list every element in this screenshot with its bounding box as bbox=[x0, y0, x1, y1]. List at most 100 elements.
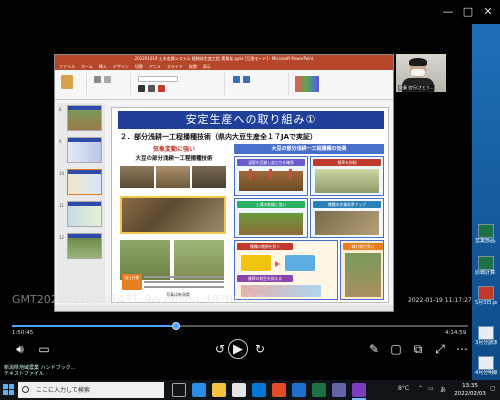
network-icon[interactable]: ▭ bbox=[428, 385, 434, 392]
layout-icon bbox=[104, 76, 111, 83]
effect-label: 晴れ間が多い bbox=[343, 243, 383, 250]
seek-handle[interactable] bbox=[172, 322, 181, 330]
ppt-ribbon-tabs: ファイル ホーム 挿入 デザイン 切替 アニメ スライド 校閲 表示 bbox=[55, 63, 393, 70]
notification-icon[interactable]: ▢ bbox=[490, 385, 496, 392]
skip-forward-30-icon[interactable]: ↻ bbox=[252, 341, 268, 357]
mail-icon[interactable] bbox=[252, 383, 266, 397]
slide-number: 12 bbox=[59, 235, 65, 240]
volume-icon[interactable]: 🔊︎ bbox=[12, 341, 28, 357]
slide-thumbnail[interactable] bbox=[67, 233, 102, 259]
ppt-tab: 表示 bbox=[202, 64, 211, 69]
effect-label: 雑草の発生を抑える bbox=[237, 275, 293, 282]
effect-box: 播種の作業効率アップ bbox=[310, 198, 384, 238]
excel-icon[interactable] bbox=[312, 383, 326, 397]
tray-chevron-icon[interactable]: ⌃ bbox=[418, 385, 423, 392]
edit-icon[interactable]: ✎ bbox=[366, 341, 382, 357]
maximize-button[interactable]: □ bbox=[460, 4, 476, 20]
slide-right-panel: 大豆の部分浅耕一工程播種の効果 湿害を回避し苗立ちを確保 雑草を抑制 土壌の乾燥… bbox=[234, 144, 384, 302]
effect-label: 播種の作業効率アップ bbox=[313, 201, 381, 208]
effect-box: 晴れ間が多い bbox=[340, 240, 384, 300]
powerpoint-window: 202201019 土木金属システム 植物体生産工程 実業化.pptx [互換モ… bbox=[54, 54, 394, 312]
slide-number: 8 bbox=[59, 107, 62, 112]
ribbon-group bbox=[57, 73, 87, 95]
store-icon[interactable] bbox=[232, 383, 246, 397]
arrow-icon bbox=[275, 261, 280, 267]
weather-temperature[interactable]: 8°C bbox=[398, 385, 409, 392]
ppt-ribbon bbox=[55, 70, 393, 100]
movies-tv-icon[interactable] bbox=[352, 383, 366, 397]
machine-photo bbox=[120, 196, 226, 234]
search-placeholder: ここに入力して検索 bbox=[36, 387, 90, 394]
minimize-button[interactable]: — bbox=[440, 4, 456, 20]
chrome-icon[interactable] bbox=[272, 383, 286, 397]
teams-icon[interactable] bbox=[332, 383, 346, 397]
field-photo bbox=[192, 166, 226, 188]
ppt-tab: アニメ bbox=[148, 64, 161, 69]
effect-box: 播種の晩期を防ぐ 雑草の発生を抑える bbox=[234, 240, 338, 300]
right-heading: 大豆の部分浅耕一工程播種の効果 bbox=[234, 144, 384, 154]
desktop-icon[interactable]: 5月3日.pdf bbox=[475, 286, 497, 312]
field-photo bbox=[345, 253, 381, 297]
slide-thumbnail[interactable] bbox=[67, 201, 102, 227]
subtitles-icon[interactable]: ▭ bbox=[36, 341, 52, 357]
ribbon-group bbox=[293, 73, 353, 95]
ime-indicator[interactable]: あ bbox=[440, 385, 446, 394]
schedule-diagram bbox=[241, 255, 271, 271]
skip-back-10-icon[interactable]: ↺ bbox=[212, 341, 228, 357]
ppt-tab: 切替 bbox=[134, 64, 143, 69]
edge-icon[interactable] bbox=[192, 383, 206, 397]
ppt-tab: 挿入 bbox=[98, 64, 107, 69]
close-button[interactable]: ✕ bbox=[480, 4, 496, 20]
desktop-icon[interactable]: 4月分明細 bbox=[475, 356, 497, 382]
ribbon-group bbox=[135, 73, 225, 95]
word-icon[interactable] bbox=[292, 383, 306, 397]
video-frame[interactable]: 202201019 土木金属システム 植物体生産工程 実業化.pptx [互換モ… bbox=[0, 24, 472, 324]
clock[interactable]: 13:35 2022/02/03 bbox=[452, 382, 488, 398]
more-options-icon[interactable]: ⋯ bbox=[454, 341, 470, 357]
font-selector bbox=[138, 76, 178, 82]
recording-filename: GMT20220119-001431_Recording_1920x1040 bbox=[12, 293, 268, 306]
slide-thumbnail[interactable] bbox=[67, 105, 102, 131]
row-marker bbox=[289, 169, 292, 179]
ppt-tab: スライド bbox=[166, 64, 183, 69]
field-photo bbox=[156, 166, 190, 188]
slide-number: 9 bbox=[59, 139, 62, 144]
bold-icon bbox=[138, 85, 145, 92]
participant-mask bbox=[411, 69, 425, 76]
field-photo bbox=[120, 166, 154, 188]
ppt-title-bar: 202201019 土木金属システム 植物体生産工程 実業化.pptx [互換モ… bbox=[55, 55, 393, 63]
fullscreen-icon[interactable]: ⤢ bbox=[432, 341, 448, 357]
cast-icon[interactable]: ▢ bbox=[388, 341, 404, 357]
field-photo bbox=[174, 240, 224, 280]
player-title-bar: — □ ✕ bbox=[0, 0, 500, 24]
effect-box: 土壌の乾燥に強い bbox=[234, 198, 308, 238]
seek-bar[interactable] bbox=[12, 322, 468, 330]
field-photo bbox=[315, 211, 379, 235]
desktop-file-label: 新潟県地域農業 ハンドブック... テキストファイル bbox=[4, 365, 76, 377]
play-pause-button[interactable]: ▶ bbox=[228, 339, 248, 359]
slide-number: 11 bbox=[59, 203, 65, 208]
mini-view-icon[interactable]: ⧉ bbox=[410, 341, 426, 357]
clock-date: 2022/02/03 bbox=[454, 391, 486, 397]
effect-label: 湿害を回避し苗立ちを確保 bbox=[237, 159, 305, 166]
ppt-tab: 校閲 bbox=[188, 64, 197, 69]
row-marker bbox=[249, 169, 252, 179]
desktop-icon[interactable]: 原価計算.xlsx bbox=[475, 256, 497, 282]
windows-start-icon[interactable] bbox=[3, 384, 15, 396]
slide-thumbnail[interactable] bbox=[67, 137, 102, 163]
ribbon-group bbox=[91, 73, 131, 95]
taskbar-search[interactable]: ここに入力して検索 bbox=[18, 382, 164, 398]
desktop-icon[interactable]: 営業部品.xlsx bbox=[475, 224, 497, 250]
slide-left-panel: 気象変動に強い 大豆の部分浅耕一工程播種技術 培土作業 写真は新潟県 bbox=[120, 144, 228, 300]
search-icon bbox=[22, 386, 29, 393]
file-explorer-icon[interactable] bbox=[212, 383, 226, 397]
slide-thumbnail-selected[interactable] bbox=[67, 169, 102, 195]
effect-label: 土壌の乾燥に強い bbox=[237, 201, 305, 208]
ppt-tab: デザイン bbox=[112, 64, 129, 69]
slide-canvas[interactable]: 安定生産への取り組み① ２．部分浅耕一工程播種技術（県内大豆生産全１７JAで実証… bbox=[111, 107, 389, 303]
task-view-icon[interactable] bbox=[172, 383, 186, 397]
ppt-tab: ホーム bbox=[81, 64, 93, 69]
desktop-icon[interactable]: 3月分請求 bbox=[475, 326, 497, 352]
new-slide-icon bbox=[94, 76, 101, 83]
elapsed-time: 1:50:45 bbox=[12, 330, 34, 336]
